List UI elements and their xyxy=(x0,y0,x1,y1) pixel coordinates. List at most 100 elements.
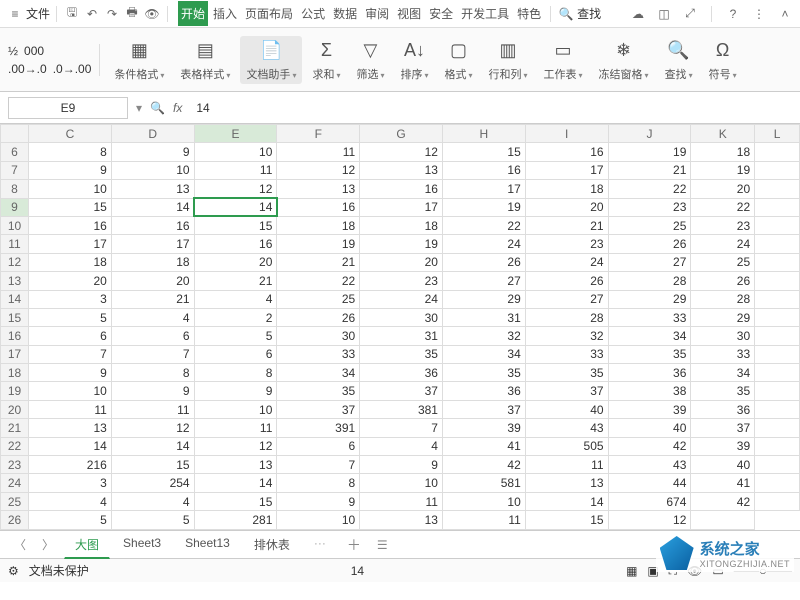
view-normal-icon[interactable]: ▦ xyxy=(626,564,637,578)
cell-C11[interactable]: 17 xyxy=(29,235,112,253)
cell-H22[interactable]: 41 xyxy=(442,437,525,455)
dropdown-icon[interactable]: ▾ xyxy=(136,101,142,115)
cell-J7[interactable]: 21 xyxy=(608,161,691,179)
cell-K6[interactable]: 18 xyxy=(691,143,755,161)
cell-K14[interactable]: 28 xyxy=(691,290,755,308)
cell-L15[interactable] xyxy=(755,308,800,326)
cell-F18[interactable]: 34 xyxy=(277,364,360,382)
cell-H12[interactable]: 26 xyxy=(442,253,525,271)
cell-L12[interactable] xyxy=(755,253,800,271)
row-header-7[interactable]: 7 xyxy=(1,161,29,179)
cell-K12[interactable]: 25 xyxy=(691,253,755,271)
row-header-15[interactable]: 15 xyxy=(1,308,29,326)
cell-L11[interactable] xyxy=(755,235,800,253)
cell-C15[interactable]: 5 xyxy=(29,308,112,326)
cell-E18[interactable]: 8 xyxy=(194,364,277,382)
col-header-K[interactable]: K xyxy=(691,125,755,143)
cell-G27[interactable]: 14 xyxy=(360,529,443,530)
cell-G8[interactable]: 16 xyxy=(360,180,443,198)
cell-D20[interactable]: 11 xyxy=(111,400,194,418)
cell-J25[interactable]: 674 xyxy=(608,492,691,510)
cell-H7[interactable]: 16 xyxy=(442,161,525,179)
cell-H23[interactable]: 42 xyxy=(442,456,525,474)
ribbon-tab-2[interactable]: 页面布局 xyxy=(242,1,296,26)
cell-K21[interactable]: 37 xyxy=(691,419,755,437)
tab-nav-next[interactable]: 〉 xyxy=(36,534,60,555)
cell-J27[interactable] xyxy=(608,529,691,530)
cell-D21[interactable]: 12 xyxy=(111,419,194,437)
sheet-tab-4[interactable]: ··· xyxy=(303,531,337,559)
cell-I22[interactable]: 505 xyxy=(525,437,608,455)
row-header-11[interactable]: 11 xyxy=(1,235,29,253)
cell-J19[interactable]: 38 xyxy=(608,382,691,400)
cell-I19[interactable]: 37 xyxy=(525,382,608,400)
row-header-25[interactable]: 25 xyxy=(1,492,29,510)
cell-F7[interactable]: 12 xyxy=(277,161,360,179)
cell-L7[interactable] xyxy=(755,161,800,179)
cell-I24[interactable]: 13 xyxy=(525,474,608,492)
save-icon[interactable]: 🖫 xyxy=(63,5,81,23)
ribbon-tab-8[interactable]: 开发工具 xyxy=(458,1,512,26)
cell-D19[interactable]: 9 xyxy=(111,382,194,400)
cell-D9[interactable]: 14 xyxy=(111,198,194,216)
cell-H15[interactable]: 31 xyxy=(442,308,525,326)
cell-L10[interactable] xyxy=(755,216,800,234)
cell-L13[interactable] xyxy=(755,272,800,290)
cell-J11[interactable]: 26 xyxy=(608,235,691,253)
cell-I17[interactable]: 33 xyxy=(525,345,608,363)
ribbon-symbol[interactable]: Ω符号▾ xyxy=(703,36,743,84)
cell-H25[interactable]: 10 xyxy=(442,492,525,510)
cell-K18[interactable]: 34 xyxy=(691,364,755,382)
cell-G26[interactable]: 13 xyxy=(360,511,443,529)
cell-F16[interactable]: 30 xyxy=(277,327,360,345)
ribbon-tab-9[interactable]: 特色 xyxy=(514,1,544,26)
ribbon-search[interactable]: 🔍查找▾ xyxy=(659,36,699,84)
cell-H21[interactable]: 39 xyxy=(442,419,525,437)
cell-D12[interactable]: 18 xyxy=(111,253,194,271)
col-header-G[interactable]: G xyxy=(360,125,443,143)
cell-I7[interactable]: 17 xyxy=(525,161,608,179)
cell-H20[interactable]: 37 xyxy=(442,400,525,418)
cell-J10[interactable]: 25 xyxy=(608,216,691,234)
formula-input[interactable]: 14 xyxy=(190,101,792,115)
cell-G6[interactable]: 12 xyxy=(360,143,443,161)
cell-L18[interactable] xyxy=(755,364,800,382)
cell-G22[interactable]: 4 xyxy=(360,437,443,455)
cell-D17[interactable]: 7 xyxy=(111,345,194,363)
settings-icon[interactable]: ⚙ xyxy=(8,564,19,578)
cell-J16[interactable]: 34 xyxy=(608,327,691,345)
row-header-17[interactable]: 17 xyxy=(1,345,29,363)
cell-H14[interactable]: 29 xyxy=(442,290,525,308)
name-box[interactable]: E9 xyxy=(8,97,128,119)
cell-K15[interactable]: 29 xyxy=(691,308,755,326)
cell-C17[interactable]: 7 xyxy=(29,345,112,363)
cell-K10[interactable]: 23 xyxy=(691,216,755,234)
cell-E26[interactable]: 281 xyxy=(194,511,277,529)
cell-I14[interactable]: 27 xyxy=(525,290,608,308)
cell-I15[interactable]: 28 xyxy=(525,308,608,326)
cell-D25[interactable]: 4 xyxy=(111,492,194,510)
cell-D7[interactable]: 10 xyxy=(111,161,194,179)
cell-C24[interactable]: 3 xyxy=(29,474,112,492)
cell-I26[interactable]: 15 xyxy=(525,511,608,529)
col-header-C[interactable]: C xyxy=(29,125,112,143)
cell-L17[interactable] xyxy=(755,345,800,363)
cell-F6[interactable]: 11 xyxy=(277,143,360,161)
search-fx-icon[interactable]: 🔍 xyxy=(150,101,165,115)
cell-E10[interactable]: 15 xyxy=(194,216,277,234)
cell-E19[interactable]: 9 xyxy=(194,382,277,400)
cell-J13[interactable]: 28 xyxy=(608,272,691,290)
row-header-27[interactable]: 27 xyxy=(1,529,29,530)
cell-F15[interactable]: 26 xyxy=(277,308,360,326)
print-icon[interactable]: 🖶 xyxy=(123,5,141,23)
fx-label[interactable]: fx xyxy=(173,101,182,115)
cell-F22[interactable]: 6 xyxy=(277,437,360,455)
cell-K23[interactable]: 40 xyxy=(691,456,755,474)
cell-C21[interactable]: 13 xyxy=(29,419,112,437)
cell-K13[interactable]: 26 xyxy=(691,272,755,290)
cell-K22[interactable]: 39 xyxy=(691,437,755,455)
cell-G18[interactable]: 36 xyxy=(360,364,443,382)
cell-I20[interactable]: 40 xyxy=(525,400,608,418)
ribbon-tab-0[interactable]: 开始 xyxy=(178,1,208,26)
cell-C8[interactable]: 10 xyxy=(29,180,112,198)
